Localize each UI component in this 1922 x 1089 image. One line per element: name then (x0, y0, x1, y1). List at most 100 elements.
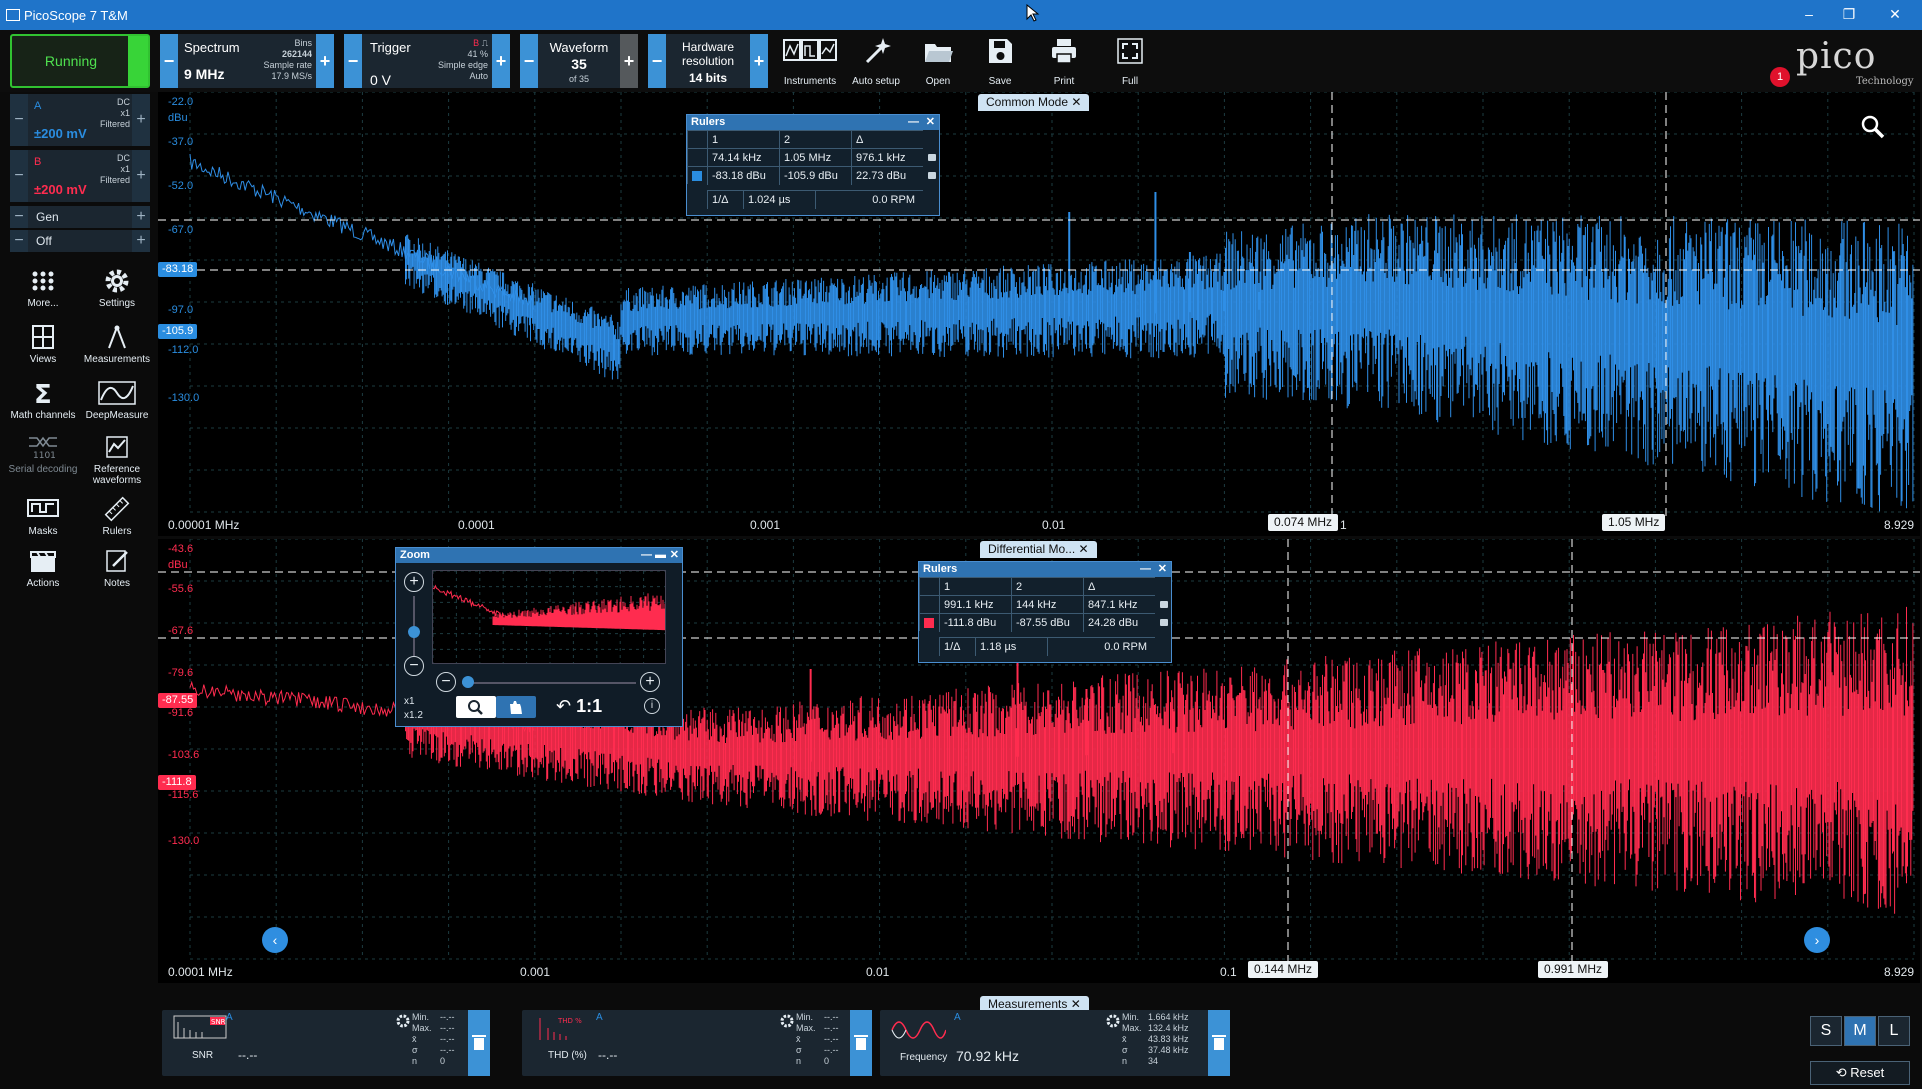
ruler-cell[interactable]: 144 kHz (1011, 595, 1083, 614)
settings-button[interactable]: Settings (80, 268, 154, 309)
gen-state-plus-button[interactable]: + (132, 230, 150, 252)
auto-setup-button[interactable]: Auto setup (844, 34, 908, 88)
restore-button[interactable]: ❐ (1834, 6, 1864, 23)
views-button[interactable]: Views (6, 324, 80, 365)
minimize-button[interactable]: – (1794, 6, 1824, 22)
undo-zoom-button[interactable]: ↶ 1:1 (556, 696, 602, 717)
horizontal-zoom-thumb[interactable] (462, 676, 474, 688)
delete-measurement-button[interactable] (1208, 1010, 1230, 1076)
minimize-icon[interactable]: — (641, 548, 652, 563)
resolution-minus-button[interactable]: − (648, 34, 666, 88)
ruler-cell[interactable]: -83.18 dBu (707, 166, 779, 185)
channel-b-plus-button[interactable]: + (132, 150, 150, 202)
pan-tool-button[interactable] (496, 696, 536, 718)
close-icon[interactable]: ✕ (926, 115, 935, 130)
scroll-left-button[interactable]: ‹ (262, 927, 288, 953)
waveform-prev-button[interactable]: − (520, 34, 538, 88)
math-channels-button[interactable]: Σ Math channels (6, 380, 80, 421)
reference-waveforms-button[interactable]: Reference waveforms (80, 434, 154, 486)
lock-icon[interactable] (1160, 619, 1168, 626)
more-button[interactable]: More... (6, 268, 80, 309)
delete-measurement-button[interactable] (468, 1010, 490, 1076)
ruler-cell[interactable]: -105.9 dBu (779, 166, 851, 185)
measurement-card-thd[interactable]: THD % A THD (%) --.-- Min. Max. x̄ σ n --.--… (522, 1010, 872, 1076)
lock-icon[interactable] (928, 154, 936, 161)
ruler-cell[interactable]: 991.1 kHz (939, 595, 1011, 614)
trigger-plus-button[interactable]: + (492, 34, 510, 88)
ruler-value-marker[interactable]: -83.18 (158, 262, 198, 277)
gen-label[interactable]: Gen (36, 210, 59, 224)
measurement-card-frequency[interactable]: A Frequency 70.92 kHz Min. Max. x̄ σ n 1.664… (880, 1010, 1230, 1076)
gen-minus-button[interactable]: − (10, 206, 28, 228)
minimize-icon[interactable]: — (1140, 562, 1151, 577)
open-button[interactable]: Open (906, 34, 970, 88)
horizontal-zoom-slider[interactable] (462, 682, 636, 684)
ruler-value-marker[interactable]: -87.55 (158, 693, 198, 708)
minimize-icon[interactable]: — (908, 115, 919, 130)
common-mode-view[interactable]: Common Mode ✕ -22.0 dBu -37.0 -52.0 -67.… (158, 92, 1920, 536)
view-tab-common-mode[interactable]: Common Mode ✕ (978, 94, 1090, 111)
trigger-minus-button[interactable]: − (344, 34, 362, 88)
vertical-zoom-thumb[interactable] (408, 626, 420, 638)
spectrum-plus-button[interactable]: + (316, 34, 334, 88)
spectrum-value[interactable]: 9 MHz (184, 66, 224, 82)
ruler-value-marker[interactable]: -111.8 (158, 775, 196, 790)
ruler-cell[interactable]: -87.55 dBu (1011, 613, 1083, 632)
actions-button[interactable]: Actions (6, 548, 80, 589)
ruler-value-marker[interactable]: -105.9 (158, 324, 198, 339)
size-large-button[interactable]: L (1878, 1016, 1910, 1046)
channel-b-range[interactable]: ±200 mV (34, 182, 87, 197)
close-icon[interactable]: ✕ (670, 548, 679, 563)
reset-button[interactable]: ⟲ Reset (1810, 1061, 1910, 1085)
delete-measurement-button[interactable] (850, 1010, 872, 1076)
ruler-cell[interactable]: 74.14 kHz (707, 148, 779, 167)
print-button[interactable]: Print (1032, 34, 1096, 88)
x-ruler-marker[interactable]: 1.05 MHz (1602, 514, 1666, 531)
trigger-level[interactable]: 0 V (370, 72, 391, 88)
size-small-button[interactable]: S (1810, 1016, 1842, 1046)
run-stop-button[interactable]: Running (10, 34, 150, 88)
measurement-card-snr[interactable]: SNR A SNR --.-- Min. Max. x̄ σ n --.-- --.-- -… (162, 1010, 490, 1076)
notes-button[interactable]: Notes (80, 548, 154, 589)
zoom-tool-button[interactable] (456, 696, 496, 718)
lock-icon[interactable] (928, 172, 936, 179)
waveform-number[interactable]: 35 (540, 56, 618, 72)
channel-b-name[interactable]: B (34, 156, 41, 168)
spectrum-minus-button[interactable]: − (160, 34, 178, 88)
save-button[interactable]: Save (968, 34, 1032, 88)
gen-state-minus-button[interactable]: − (10, 230, 28, 252)
rulers-button[interactable]: Rulers (80, 496, 154, 537)
measurements-button[interactable]: Measurements (80, 324, 154, 365)
instruments-button[interactable]: Instruments (778, 34, 842, 88)
view-tab-differential-mode[interactable]: Differential Mo... ✕ (980, 541, 1097, 558)
size-medium-button[interactable]: M (1844, 1016, 1876, 1046)
zoom-magnifier-icon[interactable] (1860, 114, 1886, 140)
zoom-in-horizontal-button[interactable]: + (640, 672, 660, 692)
channel-a-plus-button[interactable]: + (132, 94, 150, 146)
waveform-next-button[interactable]: + (620, 34, 638, 88)
notification-badge[interactable]: 1 (1770, 67, 1790, 87)
channel-a-minus-button[interactable]: − (10, 94, 28, 146)
deepmeasure-button[interactable]: DeepMeasure (80, 380, 154, 421)
x-ruler-marker[interactable]: 0.074 MHz (1268, 514, 1339, 531)
masks-button[interactable]: Masks (6, 496, 80, 537)
resolution-value[interactable]: 14 bits (668, 71, 748, 85)
lock-icon[interactable] (1160, 601, 1168, 608)
close-icon[interactable]: ✕ (1158, 562, 1167, 577)
maximize-icon[interactable]: ▬ (655, 548, 666, 563)
gen-state[interactable]: Off (36, 234, 52, 248)
channel-a-name[interactable]: A (34, 100, 41, 112)
gen-plus-button[interactable]: + (132, 206, 150, 228)
ruler-cell[interactable]: 1.05 MHz (779, 148, 851, 167)
x-ruler-marker[interactable]: 0.991 MHz (1538, 961, 1609, 978)
zoom-out-vertical-button[interactable]: − (404, 656, 424, 676)
channel-a-range[interactable]: ±200 mV (34, 126, 87, 141)
zoom-in-vertical-button[interactable]: + (404, 572, 424, 592)
scroll-right-button[interactable]: › (1804, 927, 1830, 953)
channel-b-minus-button[interactable]: − (10, 150, 28, 202)
info-icon[interactable]: i (644, 698, 660, 714)
x-ruler-marker[interactable]: 0.144 MHz (1248, 961, 1319, 978)
full-screen-button[interactable]: Full (1098, 34, 1162, 88)
close-window-button[interactable]: ✕ (1880, 6, 1910, 23)
resolution-plus-button[interactable]: + (750, 34, 768, 88)
